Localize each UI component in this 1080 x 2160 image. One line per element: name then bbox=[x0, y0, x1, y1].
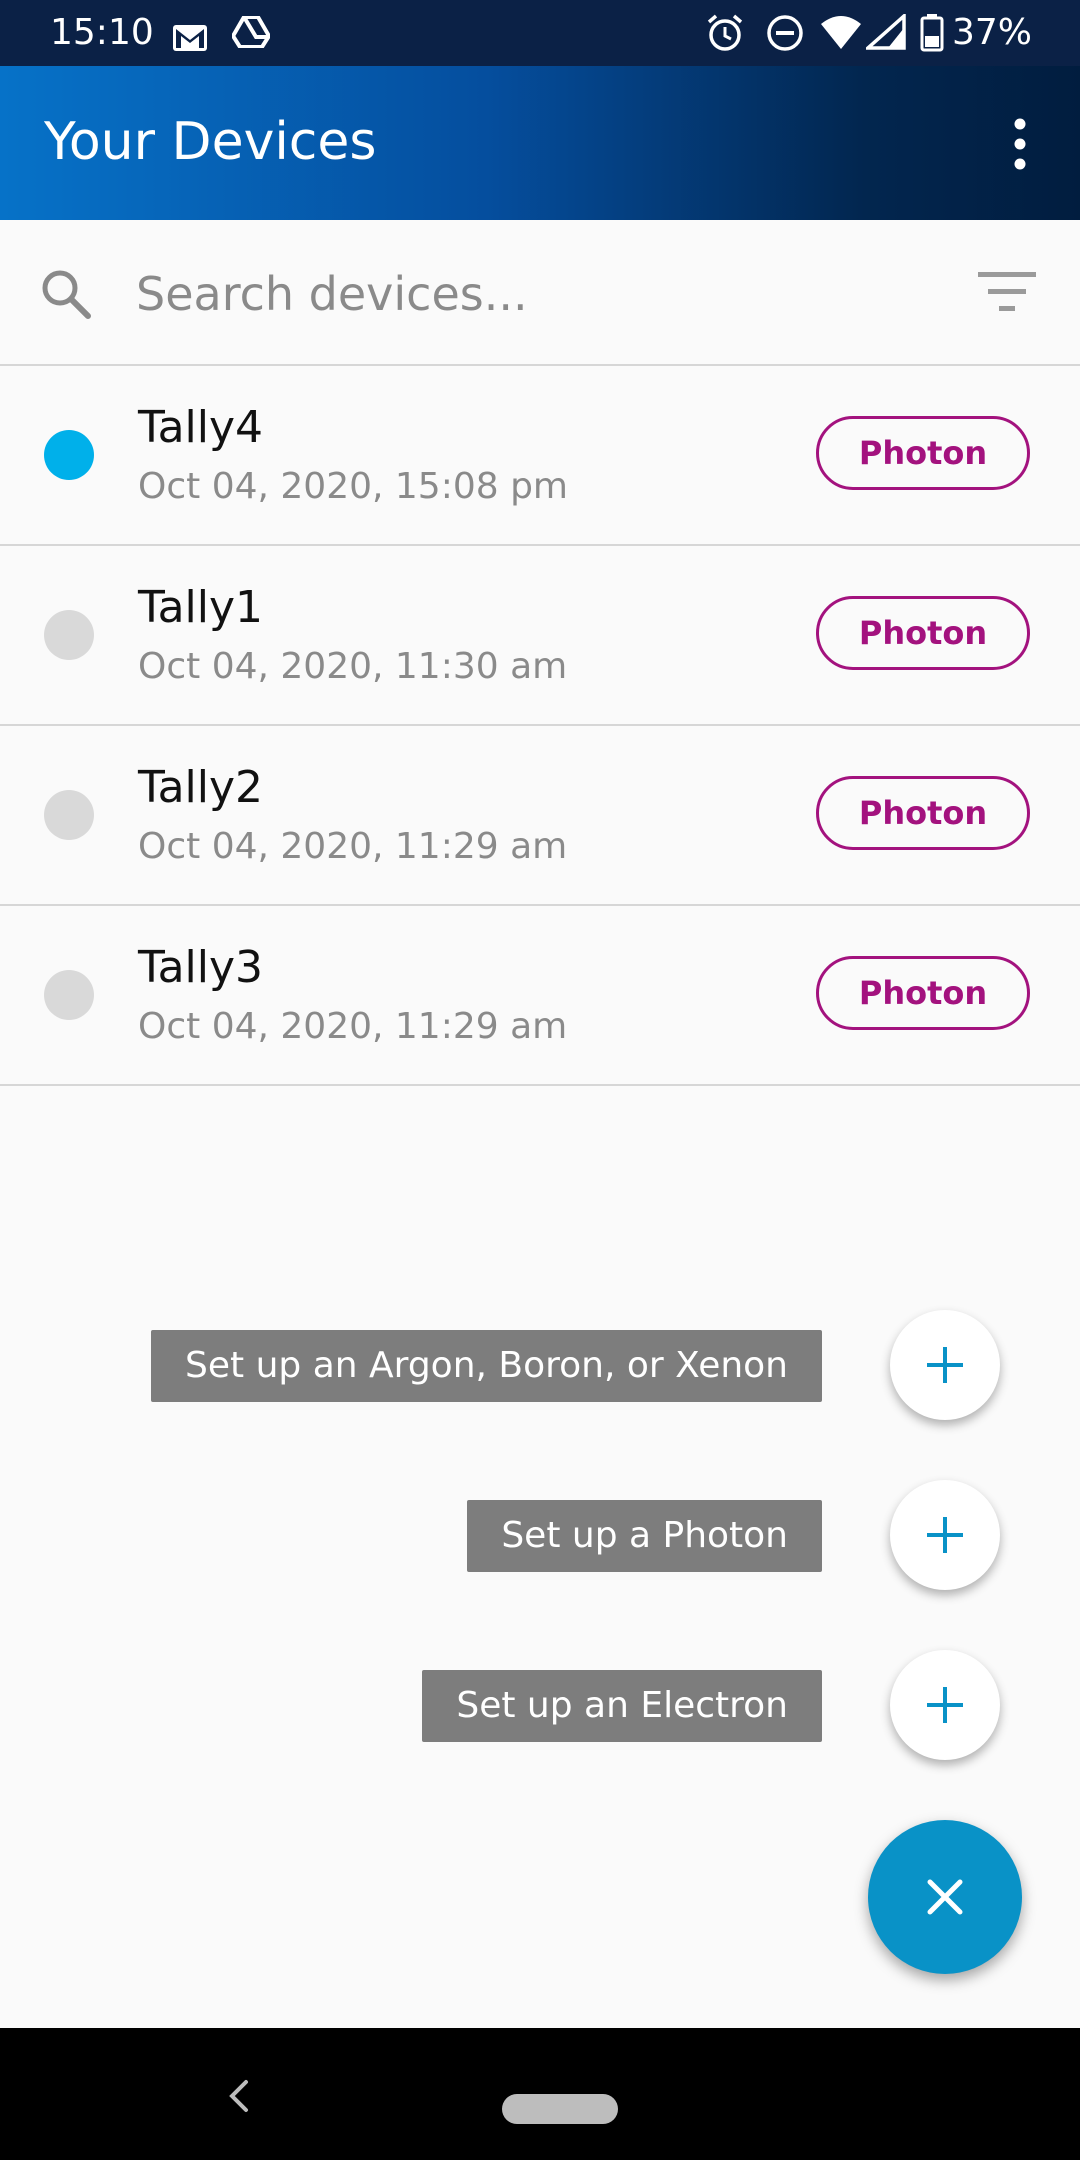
device-row[interactable]: Tally1 Oct 04, 2020, 11:30 am Photon bbox=[0, 546, 1080, 726]
gmail-icon bbox=[172, 20, 208, 61]
plus-icon bbox=[927, 1687, 963, 1723]
signal-icon bbox=[863, 12, 906, 59]
online-status-dot bbox=[44, 430, 94, 480]
more-vert-icon[interactable] bbox=[1000, 116, 1040, 172]
setup-argon-boron-xenon-button[interactable] bbox=[890, 1310, 1000, 1420]
device-list: Tally4 Oct 04, 2020, 15:08 pm Photon Tal… bbox=[0, 366, 1080, 1086]
setup-argon-boron-xenon-label[interactable]: Set up an Argon, Boron, or Xenon bbox=[151, 1330, 822, 1402]
home-pill-icon[interactable] bbox=[502, 2094, 618, 2124]
device-row[interactable]: Tally3 Oct 04, 2020, 11:29 am Photon bbox=[0, 906, 1080, 1086]
status-time: 15:10 bbox=[50, 12, 154, 53]
device-type-badge: Photon bbox=[816, 776, 1030, 850]
search-input[interactable] bbox=[134, 260, 958, 328]
device-name: Tally3 bbox=[138, 942, 264, 993]
device-last-seen: Oct 04, 2020, 11:30 am bbox=[138, 646, 568, 687]
close-icon bbox=[927, 1879, 963, 1915]
device-last-seen: Oct 04, 2020, 11:29 am bbox=[138, 1006, 568, 1047]
plus-icon bbox=[927, 1517, 963, 1553]
device-type-badge: Photon bbox=[816, 596, 1030, 670]
device-name: Tally2 bbox=[138, 762, 264, 813]
filter-icon[interactable] bbox=[978, 270, 1036, 319]
drive-icon bbox=[230, 15, 272, 57]
device-type-badge: Photon bbox=[816, 956, 1030, 1030]
battery-percent: 37% bbox=[952, 12, 1033, 53]
setup-photon-button[interactable] bbox=[890, 1480, 1000, 1590]
search-icon bbox=[38, 266, 94, 327]
offline-status-dot bbox=[44, 610, 94, 660]
plus-icon bbox=[927, 1347, 963, 1383]
page-title: Your Devices bbox=[44, 112, 377, 172]
wifi-icon bbox=[820, 14, 862, 59]
device-name: Tally4 bbox=[138, 402, 264, 453]
dnd-icon bbox=[766, 14, 804, 61]
device-type-badge: Photon bbox=[816, 416, 1030, 490]
close-fab-button[interactable] bbox=[868, 1820, 1022, 1974]
device-last-seen: Oct 04, 2020, 11:29 am bbox=[138, 826, 568, 867]
device-row[interactable]: Tally4 Oct 04, 2020, 15:08 pm Photon bbox=[0, 366, 1080, 546]
setup-electron-label[interactable]: Set up an Electron bbox=[422, 1670, 822, 1742]
system-nav-bar bbox=[0, 2028, 1080, 2160]
offline-status-dot bbox=[44, 790, 94, 840]
battery-icon bbox=[920, 14, 944, 61]
back-icon[interactable] bbox=[226, 2076, 250, 2121]
device-name: Tally1 bbox=[138, 582, 264, 633]
app-bar: Your Devices bbox=[0, 66, 1080, 220]
status-bar: 15:10 37% bbox=[0, 0, 1080, 66]
offline-status-dot bbox=[44, 970, 94, 1020]
setup-electron-button[interactable] bbox=[890, 1650, 1000, 1760]
device-last-seen: Oct 04, 2020, 15:08 pm bbox=[138, 466, 568, 507]
alarm-icon bbox=[706, 14, 744, 61]
search-bar bbox=[0, 220, 1080, 366]
device-row[interactable]: Tally2 Oct 04, 2020, 11:29 am Photon bbox=[0, 726, 1080, 906]
setup-photon-label[interactable]: Set up a Photon bbox=[467, 1500, 822, 1572]
